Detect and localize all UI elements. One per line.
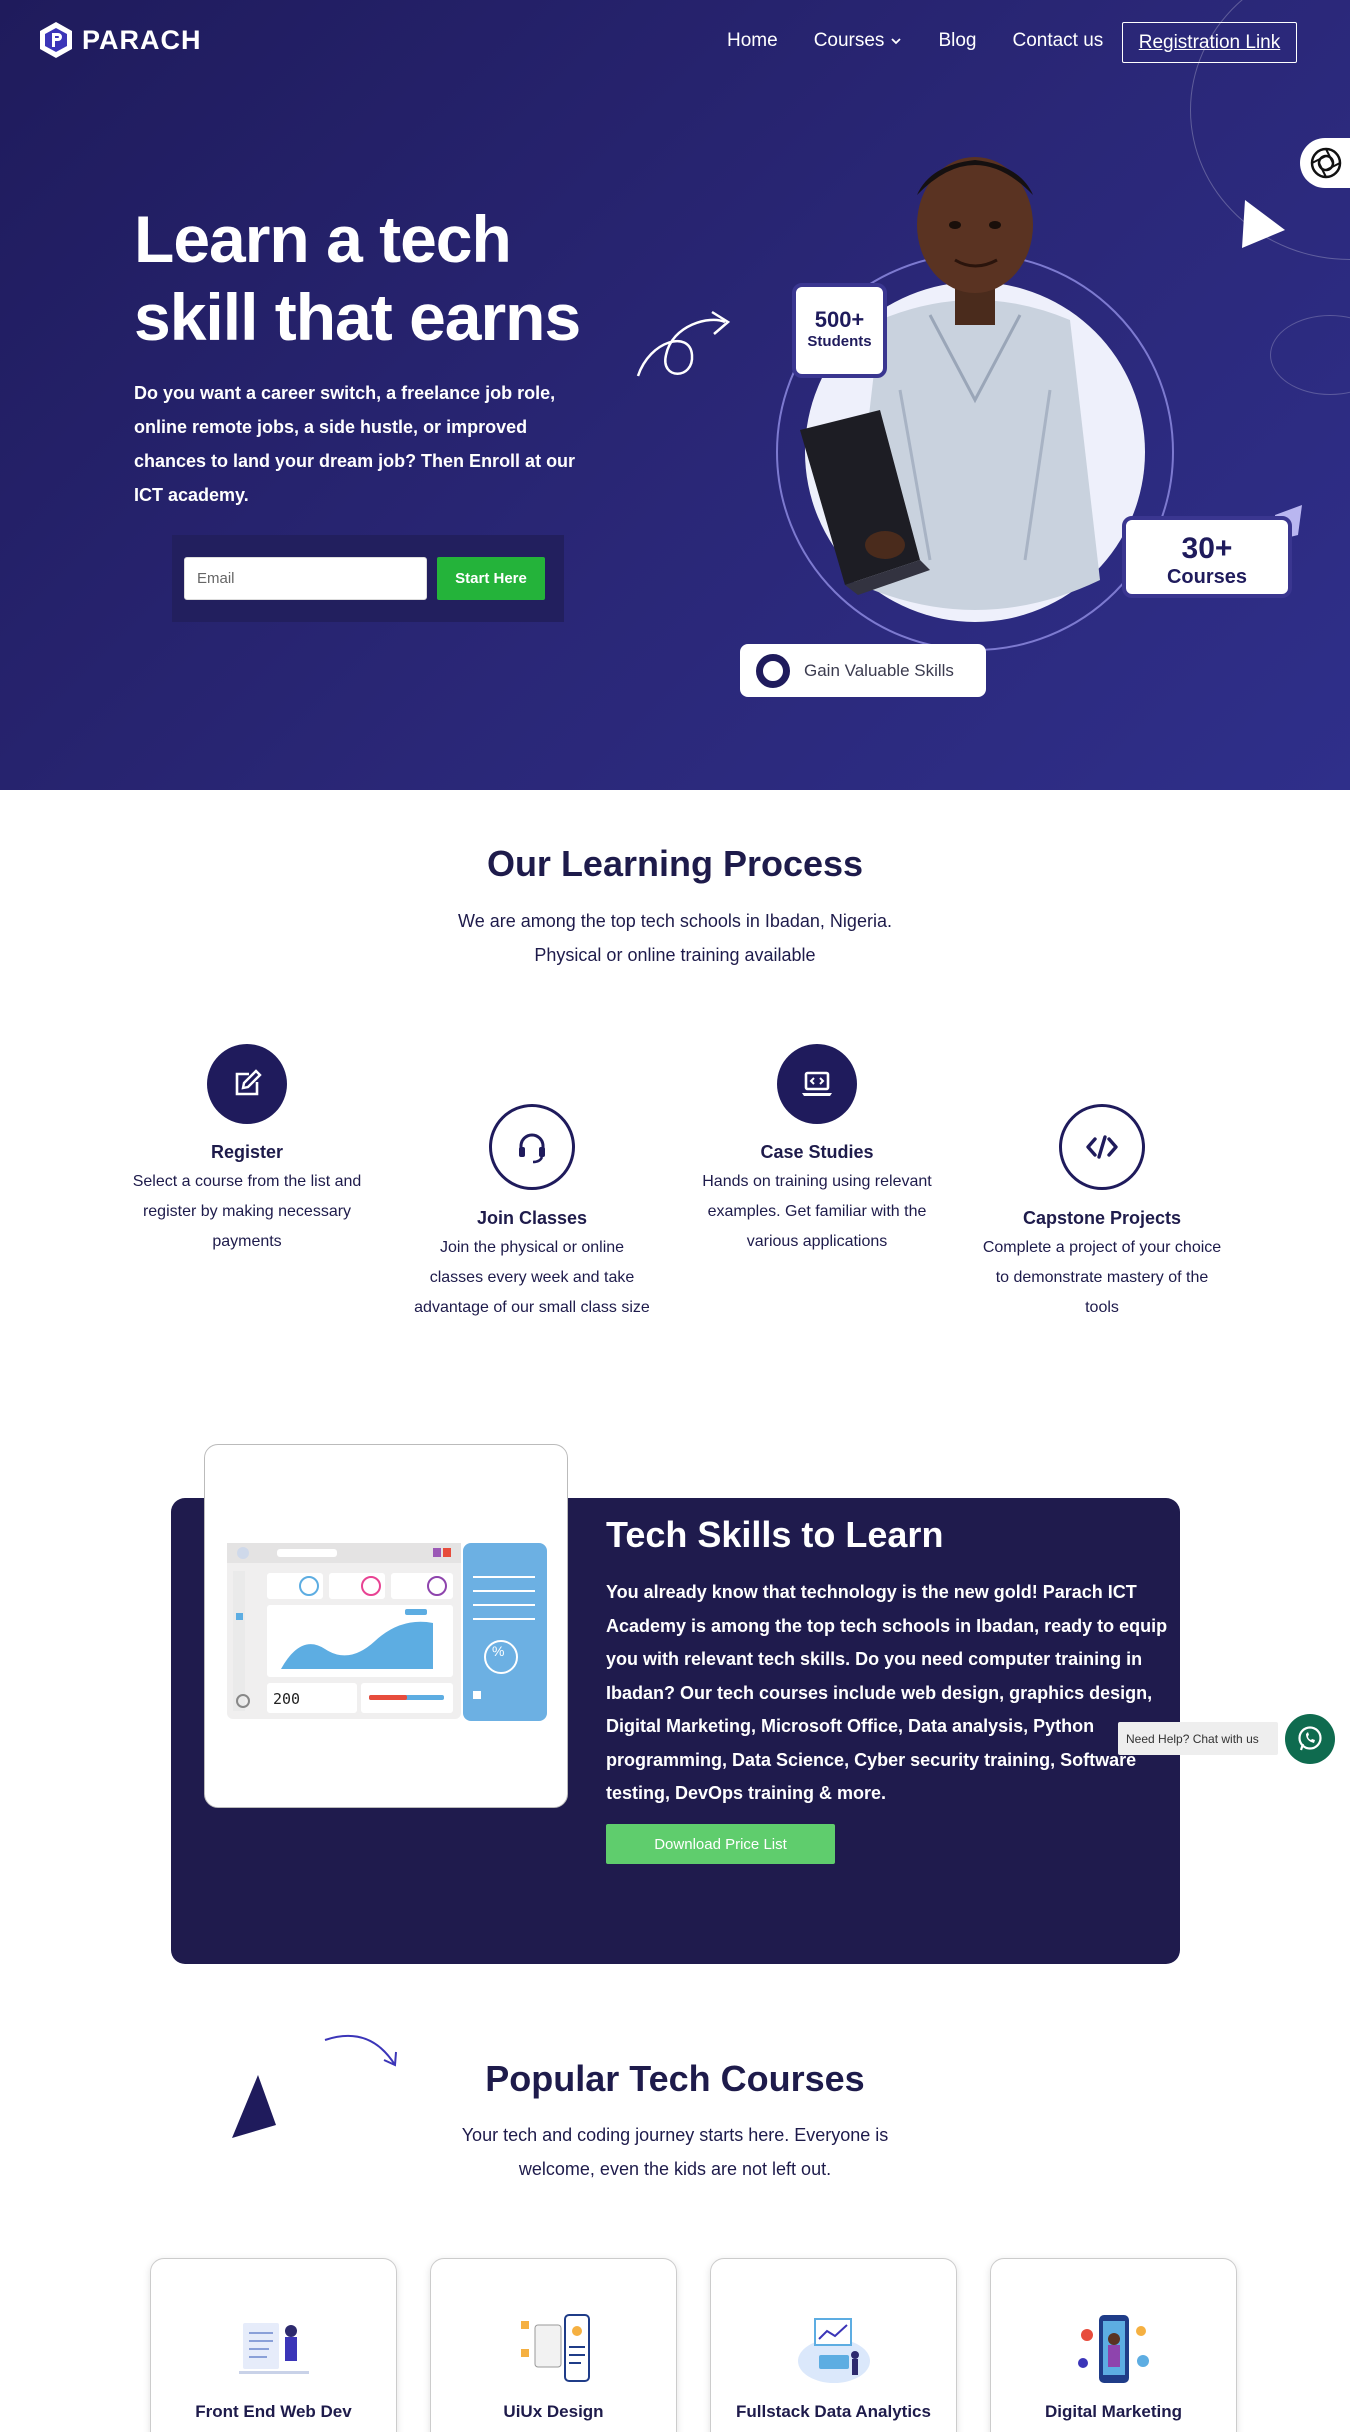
nav-contact[interactable]: Contact us bbox=[1012, 30, 1103, 52]
popular-courses-title: Popular Tech Courses bbox=[485, 2058, 865, 2099]
uiux-design-illustration bbox=[520, 2314, 590, 2382]
step-register: Register Select a course from the list a… bbox=[127, 1044, 367, 1257]
hero-description: Do you want a career switch, a freelance… bbox=[134, 383, 576, 505]
nav-courses-label: Courses bbox=[813, 30, 885, 51]
ring-icon bbox=[756, 653, 790, 688]
step-icon-circle bbox=[777, 1044, 857, 1124]
course-name: Fullstack Data Analytics bbox=[736, 2402, 931, 2421]
gain-skills-pill: Gain Valuable Skills bbox=[740, 644, 986, 697]
whatsapp-chat-button[interactable] bbox=[1285, 1714, 1335, 1764]
registration-link-button[interactable]: Registration Link bbox=[1122, 22, 1297, 63]
courses-label: Courses bbox=[1166, 566, 1248, 588]
web-dev-illustration bbox=[238, 2323, 309, 2374]
email-input[interactable] bbox=[184, 557, 427, 600]
step-join-classes: Join Classes Join the physical or online… bbox=[412, 1104, 652, 1323]
step-title: Capstone Projects bbox=[1022, 1208, 1182, 1228]
headset-icon bbox=[519, 1133, 545, 1164]
students-stat-card: 500+ Students bbox=[792, 283, 887, 378]
download-price-list-button[interactable]: Download Price List bbox=[606, 1824, 835, 1864]
course-card-digital-marketing[interactable]: Digital Marketing bbox=[990, 2258, 1237, 2432]
courses-count: 30+ bbox=[1181, 532, 1233, 565]
popular-courses-subtitle: Your tech and coding journey starts here… bbox=[425, 2118, 925, 2186]
course-name: Digital Marketing bbox=[1045, 2402, 1182, 2421]
gain-skills-label: Gain Valuable Skills bbox=[804, 660, 954, 680]
learning-process-subtitle-line-1: We are among the top tech schools in Iba… bbox=[458, 911, 892, 931]
nav-home[interactable]: Home bbox=[727, 30, 778, 52]
step-icon-circle bbox=[489, 1104, 575, 1190]
nav-home-label: Home bbox=[727, 30, 778, 51]
tech-skills-text: You already know that technology is the … bbox=[606, 1582, 1168, 1803]
popular-courses-subtitle-line-1: Your tech and coding journey starts here… bbox=[461, 2125, 889, 2145]
nav-blog-label: Blog bbox=[938, 30, 977, 51]
dashboard-percent: % bbox=[492, 1643, 505, 1659]
step-icon-circle bbox=[207, 1044, 287, 1124]
brand-logo[interactable]: PARACH bbox=[36, 20, 202, 60]
step-description: Complete a project of your choice to dem… bbox=[982, 1239, 1222, 1316]
step-title: Join Classes bbox=[476, 1208, 588, 1228]
hero-section: PARACH Home Courses Blog Contact us Regi… bbox=[0, 0, 1350, 790]
students-count: 500+ bbox=[814, 307, 865, 332]
step-capstone-projects: Capstone Projects Complete a project of … bbox=[982, 1104, 1222, 1323]
step-title: Register bbox=[210, 1142, 284, 1162]
start-here-button[interactable]: Start Here bbox=[437, 557, 545, 600]
nav-courses[interactable]: Courses bbox=[814, 30, 903, 52]
course-name: Front End Web Dev bbox=[195, 2402, 352, 2421]
hero-title-line-2: skill that earns bbox=[134, 280, 581, 354]
code-icon bbox=[1086, 1135, 1118, 1159]
popular-courses-subtitle-line-2: welcome, even the kids are not left out. bbox=[518, 2159, 832, 2179]
data-analytics-illustration bbox=[797, 2318, 870, 2383]
laptop-code-icon bbox=[802, 1071, 832, 1096]
brand-name: PARACH bbox=[82, 24, 202, 55]
chevron-down-icon bbox=[891, 38, 902, 45]
learning-process-title: Our Learning Process bbox=[486, 843, 864, 884]
edit-icon bbox=[235, 1069, 262, 1096]
course-card-data-analytics[interactable]: Fullstack Data Analytics bbox=[710, 2258, 957, 2432]
nav-blog[interactable]: Blog bbox=[938, 30, 976, 52]
digital-marketing-illustration bbox=[1077, 2315, 1149, 2383]
dashboard-illustration-card bbox=[204, 1444, 568, 1808]
hero-title: Learn a tech skill that earns bbox=[134, 200, 654, 356]
step-case-studies: Case Studies Hands on training using rel… bbox=[697, 1044, 937, 1257]
parach-logo-icon bbox=[40, 22, 72, 58]
course-card-front-end[interactable]: Front End Web Dev bbox=[150, 2258, 397, 2432]
chat-help-label[interactable]: Need Help? Chat with us bbox=[1118, 1722, 1278, 1755]
main-nav: Home Courses Blog Contact us bbox=[727, 30, 1139, 52]
whatsapp-icon bbox=[1298, 1726, 1322, 1751]
step-description: Join the physical or online classes ever… bbox=[414, 1239, 650, 1316]
hero-title-line-1: Learn a tech bbox=[134, 202, 512, 276]
tech-skills-title: Tech Skills to Learn bbox=[606, 1514, 944, 1555]
course-name: UiUx Design bbox=[503, 2402, 604, 2421]
step-description: Hands on training using relevant example… bbox=[702, 1173, 932, 1250]
learning-process-subtitle-line-2: Physical or online training available bbox=[534, 945, 816, 965]
courses-stat-card: 30+ Courses bbox=[1122, 516, 1292, 598]
hero-student-illustration bbox=[636, 157, 1302, 651]
step-icon-circle bbox=[1059, 1104, 1145, 1190]
course-card-uiux[interactable]: UiUx Design bbox=[430, 2258, 677, 2432]
step-title: Case Studies bbox=[760, 1142, 874, 1162]
nav-contact-label: Contact us bbox=[1012, 30, 1104, 51]
students-label: Students bbox=[807, 333, 872, 350]
dashboard-illustration bbox=[227, 1543, 547, 1721]
step-description: Select a course from the list and regist… bbox=[132, 1173, 362, 1250]
dashboard-number: 200 bbox=[273, 1690, 301, 1708]
learning-process-subtitle: We are among the top tech schools in Iba… bbox=[425, 904, 925, 972]
